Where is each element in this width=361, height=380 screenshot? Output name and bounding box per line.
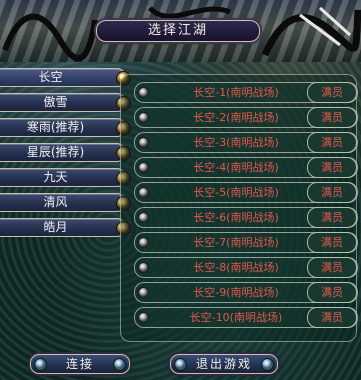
realm-button-hanyu[interactable]: 寒雨(推荐) xyxy=(0,118,131,137)
radio-icon xyxy=(138,237,149,248)
exit-label: 退出游戏 xyxy=(195,357,252,371)
radio-icon xyxy=(138,162,149,173)
knob-icon xyxy=(34,358,47,371)
realm-button-haoyue[interactable]: 皓月 xyxy=(0,218,131,237)
radio-icon xyxy=(138,87,149,98)
realm-button-aoxue[interactable]: 傲雪 xyxy=(0,93,131,112)
realm-label: 长空 xyxy=(38,70,63,84)
server-name: 长空-6(南明战场) xyxy=(193,211,279,224)
knob-icon xyxy=(174,358,187,371)
radio-icon xyxy=(138,287,149,298)
server-name: 长空-10(南明战场) xyxy=(189,311,283,324)
server-status-badge: 满员 xyxy=(307,107,357,128)
server-row-4[interactable]: 长空-4(南明战场) 满员 xyxy=(134,157,358,178)
realm-button-qingfeng[interactable]: 清风 xyxy=(0,193,131,212)
radio-icon xyxy=(138,112,149,123)
server-row-3[interactable]: 长空-3(南明战场) 满员 xyxy=(134,132,358,153)
server-row-5[interactable]: 长空-5(南明战场) 满员 xyxy=(134,182,358,203)
server-name: 长空-9(南明战场) xyxy=(193,286,279,299)
server-row-1[interactable]: 长空-1(南明战场) 满员 xyxy=(134,82,358,103)
realm-list: 长空 傲雪 寒雨(推荐) 星辰(推荐) 九天 清风 皓月 xyxy=(0,68,131,243)
realm-label: 清风 xyxy=(43,195,68,209)
server-status-badge: 满员 xyxy=(307,182,357,203)
radio-icon xyxy=(138,312,149,323)
server-status-badge: 满员 xyxy=(307,307,357,328)
page-title: 选择江湖 xyxy=(96,20,260,42)
server-row-10[interactable]: 长空-10(南明战场) 满员 xyxy=(134,307,358,328)
server-status-badge: 满员 xyxy=(307,157,357,178)
radio-icon xyxy=(138,212,149,223)
realm-label: 皓月 xyxy=(43,220,68,234)
radio-icon xyxy=(138,137,149,148)
server-row-9[interactable]: 长空-9(南明战场) 满员 xyxy=(134,282,358,303)
server-name: 长空-2(南明战场) xyxy=(193,111,279,124)
radio-icon xyxy=(138,187,149,198)
server-name: 长空-7(南明战场) xyxy=(193,236,279,249)
realm-label: 寒雨(推荐) xyxy=(26,120,85,134)
server-row-2[interactable]: 长空-2(南明战场) 满员 xyxy=(134,107,358,128)
server-status-badge: 满员 xyxy=(307,207,357,228)
server-name: 长空-1(南明战场) xyxy=(193,86,279,99)
server-status-badge: 满员 xyxy=(307,132,357,153)
server-status-badge: 满员 xyxy=(307,232,357,253)
connect-button[interactable]: 连接 xyxy=(30,354,130,374)
server-row-8[interactable]: 长空-8(南明战场) 满员 xyxy=(134,257,358,278)
knob-icon xyxy=(113,358,126,371)
server-name: 长空-5(南明战场) xyxy=(193,186,279,199)
realm-button-xingchen[interactable]: 星辰(推荐) xyxy=(0,143,131,162)
server-name: 长空-8(南明战场) xyxy=(193,261,279,274)
exit-game-button[interactable]: 退出游戏 xyxy=(170,354,278,374)
server-row-7[interactable]: 长空-7(南明战场) 满员 xyxy=(134,232,358,253)
connect-label: 连接 xyxy=(65,357,94,371)
server-status-badge: 满员 xyxy=(307,257,357,278)
server-row-6[interactable]: 长空-6(南明战场) 满员 xyxy=(134,207,358,228)
radio-icon xyxy=(138,262,149,273)
server-status-badge: 满员 xyxy=(307,282,357,303)
server-status-badge: 满员 xyxy=(307,82,357,103)
realm-label: 傲雪 xyxy=(43,95,68,109)
realm-button-changkong[interactable]: 长空 xyxy=(0,68,131,87)
server-name: 长空-3(南明战场) xyxy=(193,136,279,149)
realm-label: 星辰(推荐) xyxy=(26,145,85,159)
realm-button-jiutian[interactable]: 九天 xyxy=(0,168,131,187)
realm-label: 九天 xyxy=(43,170,68,184)
knob-icon xyxy=(261,358,274,371)
server-name: 长空-4(南明战场) xyxy=(193,161,279,174)
